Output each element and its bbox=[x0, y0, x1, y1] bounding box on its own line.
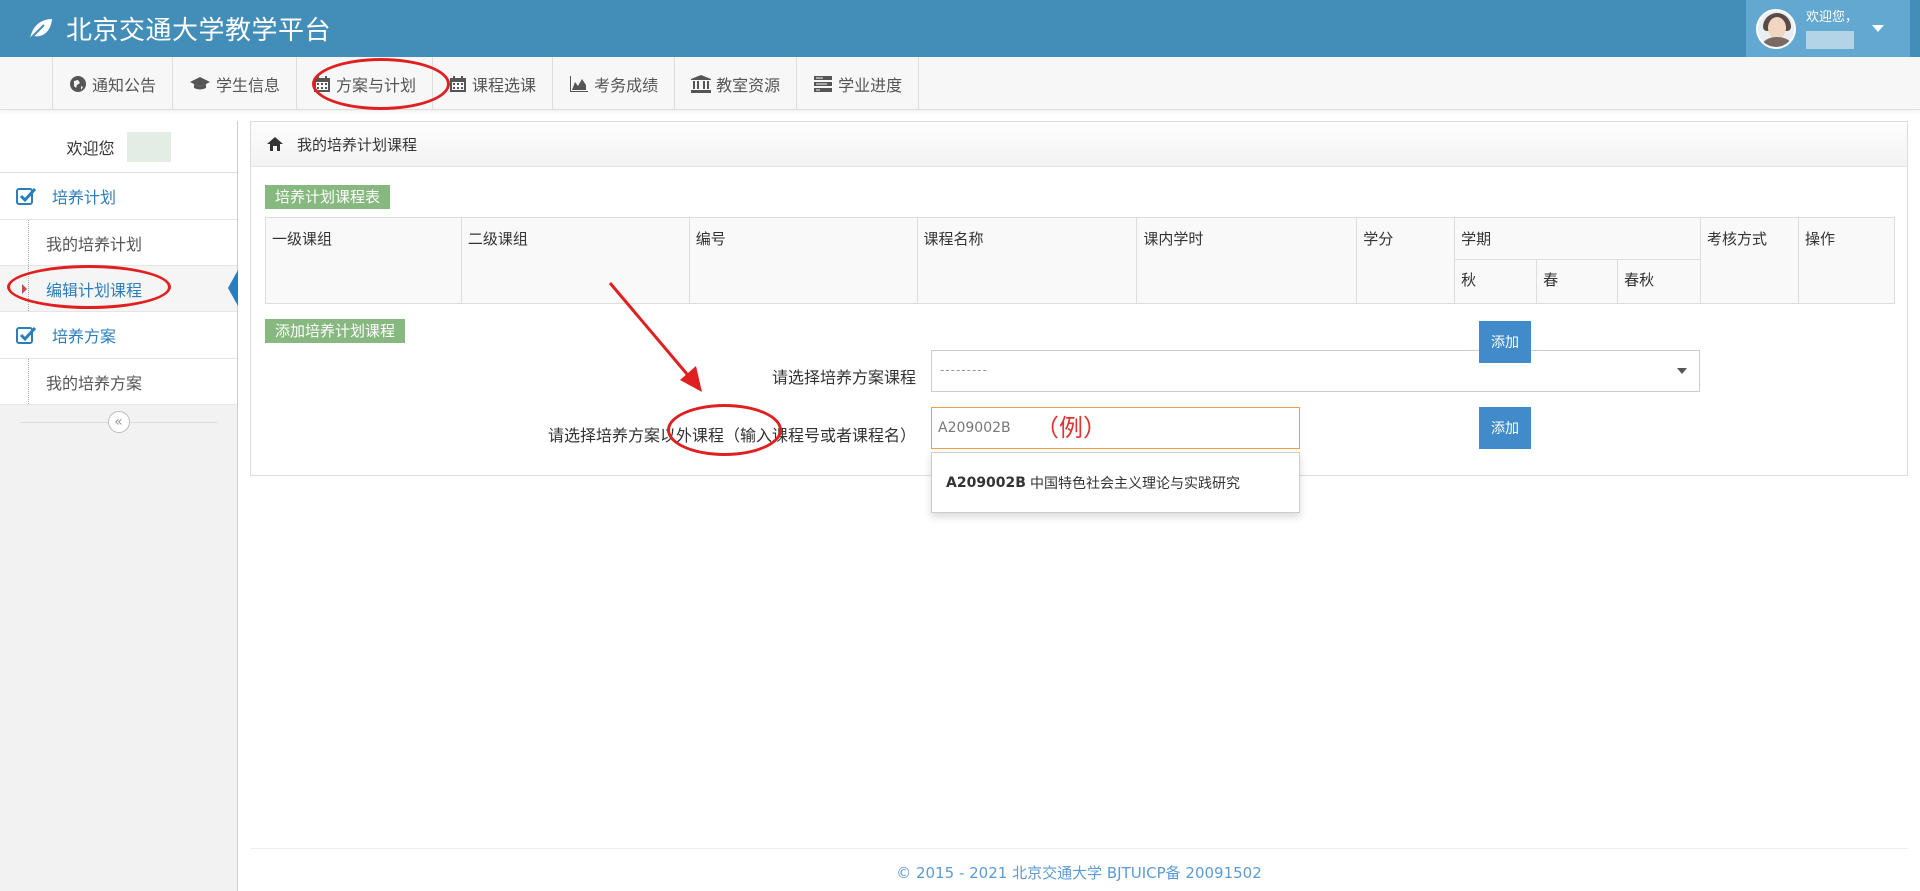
double-angle-left-icon[interactable]: « bbox=[107, 411, 130, 433]
nav-label: 通知公告 bbox=[92, 75, 157, 95]
term-header: 秋 bbox=[1454, 259, 1538, 304]
leaf-icon bbox=[29, 18, 52, 40]
external-course-input[interactable] bbox=[931, 407, 1300, 449]
sidebar: 欢迎您 培养计划 我的培养计划 编辑计划课程 培养方案 我的培养方案 « bbox=[0, 121, 238, 891]
section-tag-plan-table: 培养计划课程表 bbox=[265, 185, 391, 209]
nav-exams-grades[interactable]: 考务成绩 bbox=[553, 57, 676, 110]
nav-label: 学业进度 bbox=[838, 75, 903, 95]
annotation-circle-input bbox=[667, 404, 782, 456]
institution-icon bbox=[691, 74, 712, 93]
annotation-circle-nav bbox=[312, 58, 450, 110]
sidebar-group-training-scheme[interactable]: 培养方案 bbox=[0, 312, 237, 359]
main-nav: 通知公告 学生信息 方案与计划 课程选课 考务成绩 教室资源 学业进度 bbox=[0, 57, 1920, 110]
sidebar-welcome: 欢迎您 bbox=[0, 121, 237, 173]
nav-label: 考务成绩 bbox=[594, 75, 659, 95]
sidebar-group-label: 培养方案 bbox=[52, 327, 117, 346]
check-square-icon bbox=[16, 326, 36, 344]
column-header: 课程名称 bbox=[916, 217, 1138, 304]
area-chart-icon bbox=[570, 75, 589, 92]
column-header: 编号 bbox=[688, 217, 918, 304]
select-value: --------- bbox=[940, 363, 988, 377]
nav-label: 课程选课 bbox=[472, 75, 537, 95]
sidebar-item-label: 我的培养方案 bbox=[46, 373, 143, 393]
footer-divider bbox=[250, 848, 1908, 849]
nav-classroom-resources[interactable]: 教室资源 bbox=[675, 57, 798, 110]
user-name-redacted bbox=[1806, 30, 1854, 49]
nav-student-info[interactable]: 学生信息 bbox=[173, 57, 298, 110]
calendar-icon bbox=[450, 75, 467, 92]
chevron-down-icon bbox=[1677, 368, 1687, 374]
footer: © 2015 - 2021 北京交通大学 BJTUICP备 20091502 bbox=[896, 864, 1262, 882]
nav-notices[interactable]: 通知公告 bbox=[53, 57, 174, 110]
brand[interactable]: 北京交通大学教学平台 bbox=[26, 0, 331, 57]
active-indicator bbox=[228, 270, 238, 306]
column-header: 考核方式 bbox=[1700, 217, 1799, 304]
term-header: 春 bbox=[1536, 259, 1619, 304]
column-header: 学期 bbox=[1454, 217, 1702, 260]
autocomplete-suggestion[interactable]: A209002B 中国特色社会主义理论与实践研究 bbox=[931, 452, 1300, 513]
nav-academic-progress[interactable]: 学业进度 bbox=[797, 57, 920, 110]
user-name-redacted bbox=[126, 131, 171, 162]
user-menu[interactable]: 欢迎您， bbox=[1746, 0, 1910, 57]
avatar bbox=[1756, 8, 1796, 49]
column-header: 操作 bbox=[1797, 217, 1896, 304]
sidebar-group-label: 培养计划 bbox=[52, 188, 117, 207]
nav-label: 学生信息 bbox=[216, 75, 281, 95]
add-external-course-button[interactable]: 添加 bbox=[1479, 407, 1531, 449]
sidebar-group-training-plan[interactable]: 培养计划 bbox=[0, 173, 237, 220]
external-course-label: 请选择培养方案以外课程（输入课程号或者课程名） bbox=[547, 426, 916, 445]
top-header: 北京交通大学教学平台 欢迎您， bbox=[0, 0, 1920, 57]
annotation-circle-sidebar bbox=[7, 265, 171, 309]
column-header: 一级课组 bbox=[265, 217, 462, 304]
scheme-course-select[interactable]: --------- bbox=[931, 350, 1700, 392]
tasks-icon bbox=[814, 75, 833, 92]
breadcrumb-current: 我的培养计划课程 bbox=[297, 135, 418, 154]
suggestion-code: A209002B bbox=[946, 474, 1026, 491]
sidebar-item-my-training-scheme[interactable]: 我的培养方案 bbox=[0, 359, 237, 405]
section-tag-add-course: 添加培养计划课程 bbox=[265, 319, 406, 343]
sidebar-item-my-training-plan[interactable]: 我的培养计划 bbox=[0, 220, 237, 266]
user-greeting-text: 欢迎您， bbox=[1806, 9, 1859, 25]
check-square-icon bbox=[16, 187, 36, 205]
caret-down-icon[interactable] bbox=[1872, 25, 1885, 32]
globe-icon bbox=[70, 75, 86, 92]
select-course-label: 请选择培养方案课程 bbox=[771, 368, 916, 387]
main-panel: 我的培养计划课程 培养计划课程表 一级课组 二级课组 编号 课程名称 课内学时 … bbox=[250, 121, 1908, 513]
annotation-arrow bbox=[608, 282, 702, 392]
add-scheme-course-button[interactable]: 添加 bbox=[1479, 321, 1531, 363]
home-icon[interactable] bbox=[267, 136, 283, 152]
term-header: 春秋 bbox=[1617, 259, 1702, 304]
plan-course-table: 一级课组 二级课组 编号 课程名称 课内学时 学分 学期 考核方式 操作 秋 春… bbox=[265, 217, 1896, 304]
app-title: 北京交通大学教学平台 bbox=[66, 16, 332, 46]
column-header: 课内学时 bbox=[1136, 217, 1358, 304]
sidebar-item-label: 我的培养计划 bbox=[46, 234, 143, 254]
graduation-cap-icon bbox=[190, 76, 211, 89]
user-greeting: 欢迎您， bbox=[1806, 9, 1858, 49]
suggestion-name: 中国特色社会主义理论与实践研究 bbox=[1029, 475, 1240, 492]
nav-course-selection[interactable]: 课程选课 bbox=[433, 57, 554, 110]
welcome-text: 欢迎您 bbox=[66, 138, 115, 158]
nav-label: 教室资源 bbox=[716, 75, 781, 95]
breadcrumb: 我的培养计划课程 bbox=[251, 122, 1907, 167]
column-header: 学分 bbox=[1356, 217, 1456, 304]
example-annotation: （例） bbox=[1035, 414, 1107, 442]
sidebar-collapse: « bbox=[0, 405, 237, 439]
